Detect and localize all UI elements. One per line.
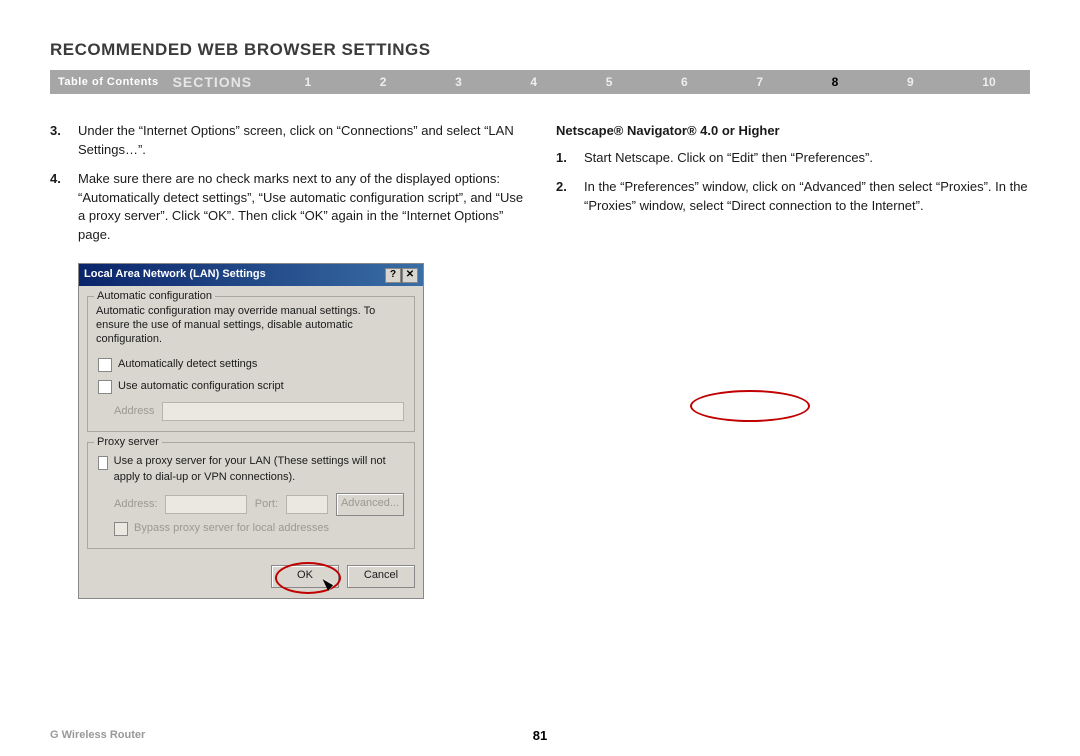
nav-10[interactable]: 10 xyxy=(982,75,995,89)
nav-9[interactable]: 9 xyxy=(907,75,914,89)
nav-toc[interactable]: Table of Contents xyxy=(50,76,173,88)
dialog-title: Local Area Network (LAN) Settings xyxy=(84,267,385,283)
nav-5[interactable]: 5 xyxy=(606,75,613,89)
checkbox-label: Automatically detect settings xyxy=(118,357,257,373)
footer-product: G Wireless Router xyxy=(50,729,145,741)
step-text: In the “Preferences” window, click on “A… xyxy=(584,178,1030,216)
left-column: 3. Under the “Internet Options” screen, … xyxy=(50,122,524,599)
nav-sections-label: SECTIONS xyxy=(173,74,271,90)
nav-1[interactable]: 1 xyxy=(304,75,311,89)
proxy-address-label: Address: xyxy=(114,497,157,513)
help-icon[interactable]: ? xyxy=(385,268,401,283)
lan-settings-dialog: Local Area Network (LAN) Settings ? ✕ Au… xyxy=(78,263,424,599)
group-legend: Proxy server xyxy=(94,435,162,451)
footer: G Wireless Router 81 xyxy=(50,729,1030,741)
checkbox-label: Use a proxy server for your LAN (These s… xyxy=(114,454,404,486)
step-number: 4. xyxy=(50,170,78,245)
auto-config-group: Automatic configuration Automatic config… xyxy=(87,296,415,432)
page-title: RECOMMENDED WEB BROWSER SETTINGS xyxy=(50,40,1030,60)
cancel-button[interactable]: Cancel xyxy=(347,565,415,588)
checkbox-auto-script[interactable] xyxy=(98,380,112,394)
step-text: Start Netscape. Click on “Edit” then “Pr… xyxy=(584,149,873,168)
highlight-ellipse-icon xyxy=(690,390,810,422)
nav-8[interactable]: 8 xyxy=(832,75,839,89)
auto-help-text: Automatic configuration may override man… xyxy=(96,305,406,346)
address-label: Address xyxy=(114,404,154,420)
address-input[interactable] xyxy=(162,402,404,421)
page-number: 81 xyxy=(533,728,547,743)
nav-2[interactable]: 2 xyxy=(380,75,387,89)
checkbox-use-proxy[interactable] xyxy=(98,456,108,470)
dialog-titlebar: Local Area Network (LAN) Settings ? ✕ xyxy=(79,264,423,286)
nav-4[interactable]: 4 xyxy=(530,75,537,89)
group-legend: Automatic configuration xyxy=(94,289,215,305)
advanced-button[interactable]: Advanced... xyxy=(336,493,404,516)
proxy-group: Proxy server Use a proxy server for your… xyxy=(87,442,415,549)
nav-bar: Table of Contents SECTIONS 1 2 3 4 5 6 7… xyxy=(50,70,1030,94)
checkbox-bypass[interactable] xyxy=(114,522,128,536)
nav-7[interactable]: 7 xyxy=(756,75,763,89)
step-number: 1. xyxy=(556,149,584,168)
nav-section-numbers: 1 2 3 4 5 6 7 8 9 10 xyxy=(270,75,1030,89)
nav-6[interactable]: 6 xyxy=(681,75,688,89)
checkbox-label: Use automatic configuration script xyxy=(118,379,284,395)
step-number: 2. xyxy=(556,178,584,216)
checkbox-label: Bypass proxy server for local addresses xyxy=(134,521,329,537)
proxy-address-input[interactable] xyxy=(165,495,246,514)
step-number: 3. xyxy=(50,122,78,160)
netscape-heading: Netscape® Navigator® 4.0 or Higher xyxy=(556,122,1030,141)
ok-button-label: OK xyxy=(297,569,313,581)
nav-3[interactable]: 3 xyxy=(455,75,462,89)
step-text: Under the “Internet Options” screen, cli… xyxy=(78,122,524,160)
proxy-port-input[interactable] xyxy=(286,495,328,514)
step-text: Make sure there are no check marks next … xyxy=(78,170,524,245)
proxy-port-label: Port: xyxy=(255,497,278,513)
right-column: Netscape® Navigator® 4.0 or Higher 1. St… xyxy=(556,122,1030,599)
checkbox-auto-detect[interactable] xyxy=(98,358,112,372)
close-icon[interactable]: ✕ xyxy=(402,268,418,283)
